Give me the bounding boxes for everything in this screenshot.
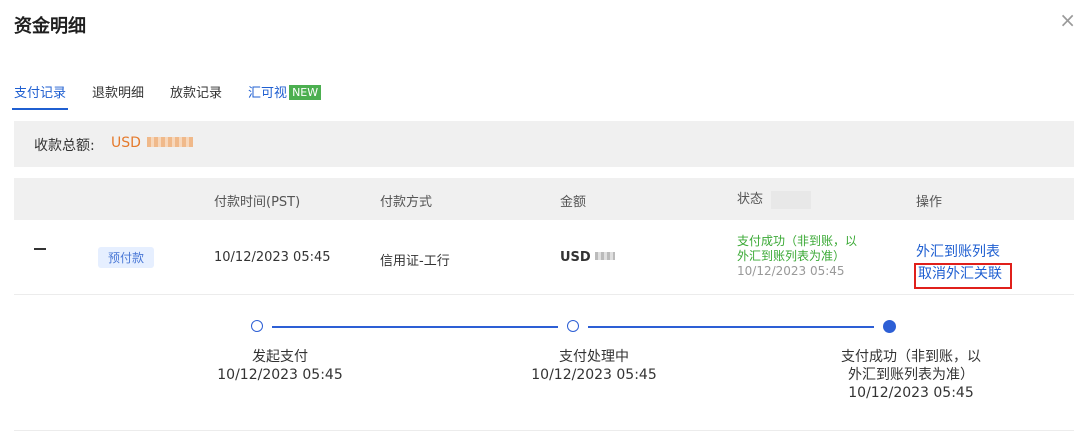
header-actions: 操作 [916,195,943,210]
tab-refund-details[interactable]: 退款明细 [92,82,144,104]
step-dot-success [883,320,896,333]
cancel-forex-link[interactable]: 取消外汇关联 [914,263,1012,289]
masked-amount-icon [594,252,615,260]
summary-bar: 收款总额: USD [14,121,1074,167]
collapse-icon[interactable] [34,248,46,250]
step-label: 支付处理中 [559,349,629,365]
dialog-title: 资金明细 [14,16,86,37]
close-icon[interactable]: × [1059,10,1076,30]
step-time: 10/12/2023 05:45 [531,367,657,383]
step-line [272,326,558,328]
tab-release-records[interactable]: 放款记录 [170,82,222,104]
status-text-line2: 外汇到账列表为准） [737,249,846,263]
tab-bar: 支付记录 退款明细 放款记录 汇可视 NEW [11,82,347,110]
new-badge: NEW [289,85,322,100]
step-dot-initiated [251,320,263,332]
step-initiated: 发起支付 10/12/2023 05:45 [180,348,380,384]
step-line [588,326,874,328]
row-amount-currency: USD [560,250,591,265]
step-label: 发起支付 [252,349,308,365]
step-processing: 支付处理中 10/12/2023 05:45 [494,348,694,384]
header-amount: 金额 [560,195,587,210]
step-label-2: 外汇到账列表为准） [848,367,974,383]
header-status: 状态 [737,188,812,209]
summary-label: 收款总额: [34,138,95,154]
step-dot-processing [567,320,579,332]
masked-header-icon [771,190,812,209]
prepayment-tag: 预付款 [98,247,155,268]
table-header: 付款时间(PST) 付款方式 金额 状态 操作 [14,178,1074,220]
step-success: 支付成功（非到账，以 外汇到账列表为准） 10/12/2023 05:45 [806,348,1016,402]
row-pay-method: 信用证-工行 [380,254,450,269]
header-status-label: 状态 [737,192,764,207]
forex-arrival-list-link[interactable]: 外汇到账列表 [916,243,1000,262]
header-pay-time: 付款时间(PST) [214,195,301,210]
header-pay-method: 付款方式 [380,195,433,210]
tab-huikeshi[interactable]: 汇可视 NEW [248,82,322,104]
row-pay-time: 10/12/2023 05:45 [214,250,331,265]
summary-currency: USD [111,135,141,151]
step-time: 10/12/2023 05:45 [848,385,974,401]
status-text-line1: 支付成功（非到账，以 [737,234,858,248]
row-amount: USD [560,250,615,265]
row-status: 支付成功（非到账，以 外汇到账列表为准） 10/12/2023 05:45 [737,234,887,279]
step-label: 支付成功（非到账，以 [841,349,981,365]
tab-huikeshi-label: 汇可视 [248,86,288,101]
divider [14,430,1074,431]
payment-timeline: 发起支付 10/12/2023 05:45 支付处理中 10/12/2023 0… [0,312,1088,422]
step-time: 10/12/2023 05:45 [217,367,343,383]
table-row: 预付款 10/12/2023 05:45 信用证-工行 USD 支付成功（非到账… [14,220,1074,295]
masked-amount-icon [146,137,193,147]
summary-amount: USD [111,135,193,151]
tab-payment-records[interactable]: 支付记录 [11,82,69,110]
row-actions: 外汇到账列表 取消外汇关联 [914,243,1012,289]
status-time: 10/12/2023 05:45 [737,264,845,278]
